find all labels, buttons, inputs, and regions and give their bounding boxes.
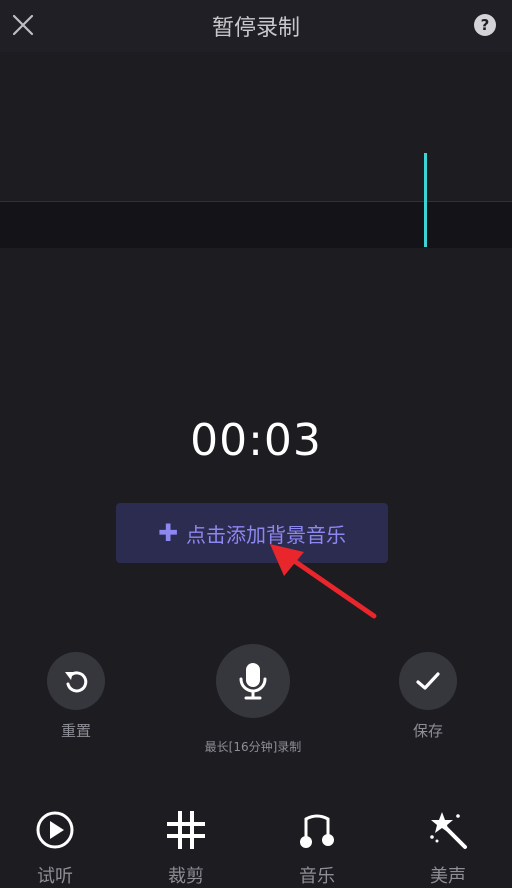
waveform-area bbox=[0, 52, 512, 252]
microphone-icon bbox=[239, 663, 267, 700]
audio-track[interactable] bbox=[0, 201, 512, 248]
magic-wand-icon bbox=[430, 812, 467, 849]
page-title: 暂停录制 bbox=[211, 16, 300, 41]
save-label: 保存 bbox=[412, 722, 443, 740]
play-circle-icon bbox=[36, 811, 74, 849]
crop-hash-icon bbox=[167, 811, 205, 849]
tab-music-label: 音乐 bbox=[299, 866, 335, 887]
check-icon bbox=[416, 672, 440, 690]
reset-icon bbox=[65, 671, 88, 693]
save-button[interactable] bbox=[399, 652, 457, 710]
record-button[interactable] bbox=[216, 644, 290, 718]
annotation-arrow-icon bbox=[270, 544, 377, 619]
tab-voice-enhance[interactable]: 美声 bbox=[393, 800, 503, 887]
reset-button[interactable] bbox=[47, 652, 105, 710]
tab-crop[interactable]: 裁剪 bbox=[131, 800, 241, 887]
tab-music[interactable]: 音乐 bbox=[262, 800, 372, 887]
reset-label: 重置 bbox=[60, 722, 91, 740]
tab-crop-label: 裁剪 bbox=[168, 866, 204, 887]
top-bar: 暂停录制 ? bbox=[0, 0, 512, 52]
tab-voice-enhance-label: 美声 bbox=[430, 866, 466, 887]
music-note-icon bbox=[300, 814, 334, 848]
help-icon: ? bbox=[480, 16, 490, 34]
bottom-tab-bar: 试听 裁剪 音乐 美声 bbox=[0, 800, 512, 887]
tab-preview[interactable]: 试听 bbox=[0, 800, 110, 887]
tab-preview-label: 试听 bbox=[37, 866, 73, 887]
help-button[interactable]: ? bbox=[474, 14, 496, 36]
record-limit-label: 最长[16分钟]录制 bbox=[204, 740, 302, 754]
recording-timer: 00:03 bbox=[190, 415, 322, 466]
plus-icon: ✚ bbox=[157, 519, 179, 547]
playhead-cursor[interactable] bbox=[424, 153, 427, 247]
